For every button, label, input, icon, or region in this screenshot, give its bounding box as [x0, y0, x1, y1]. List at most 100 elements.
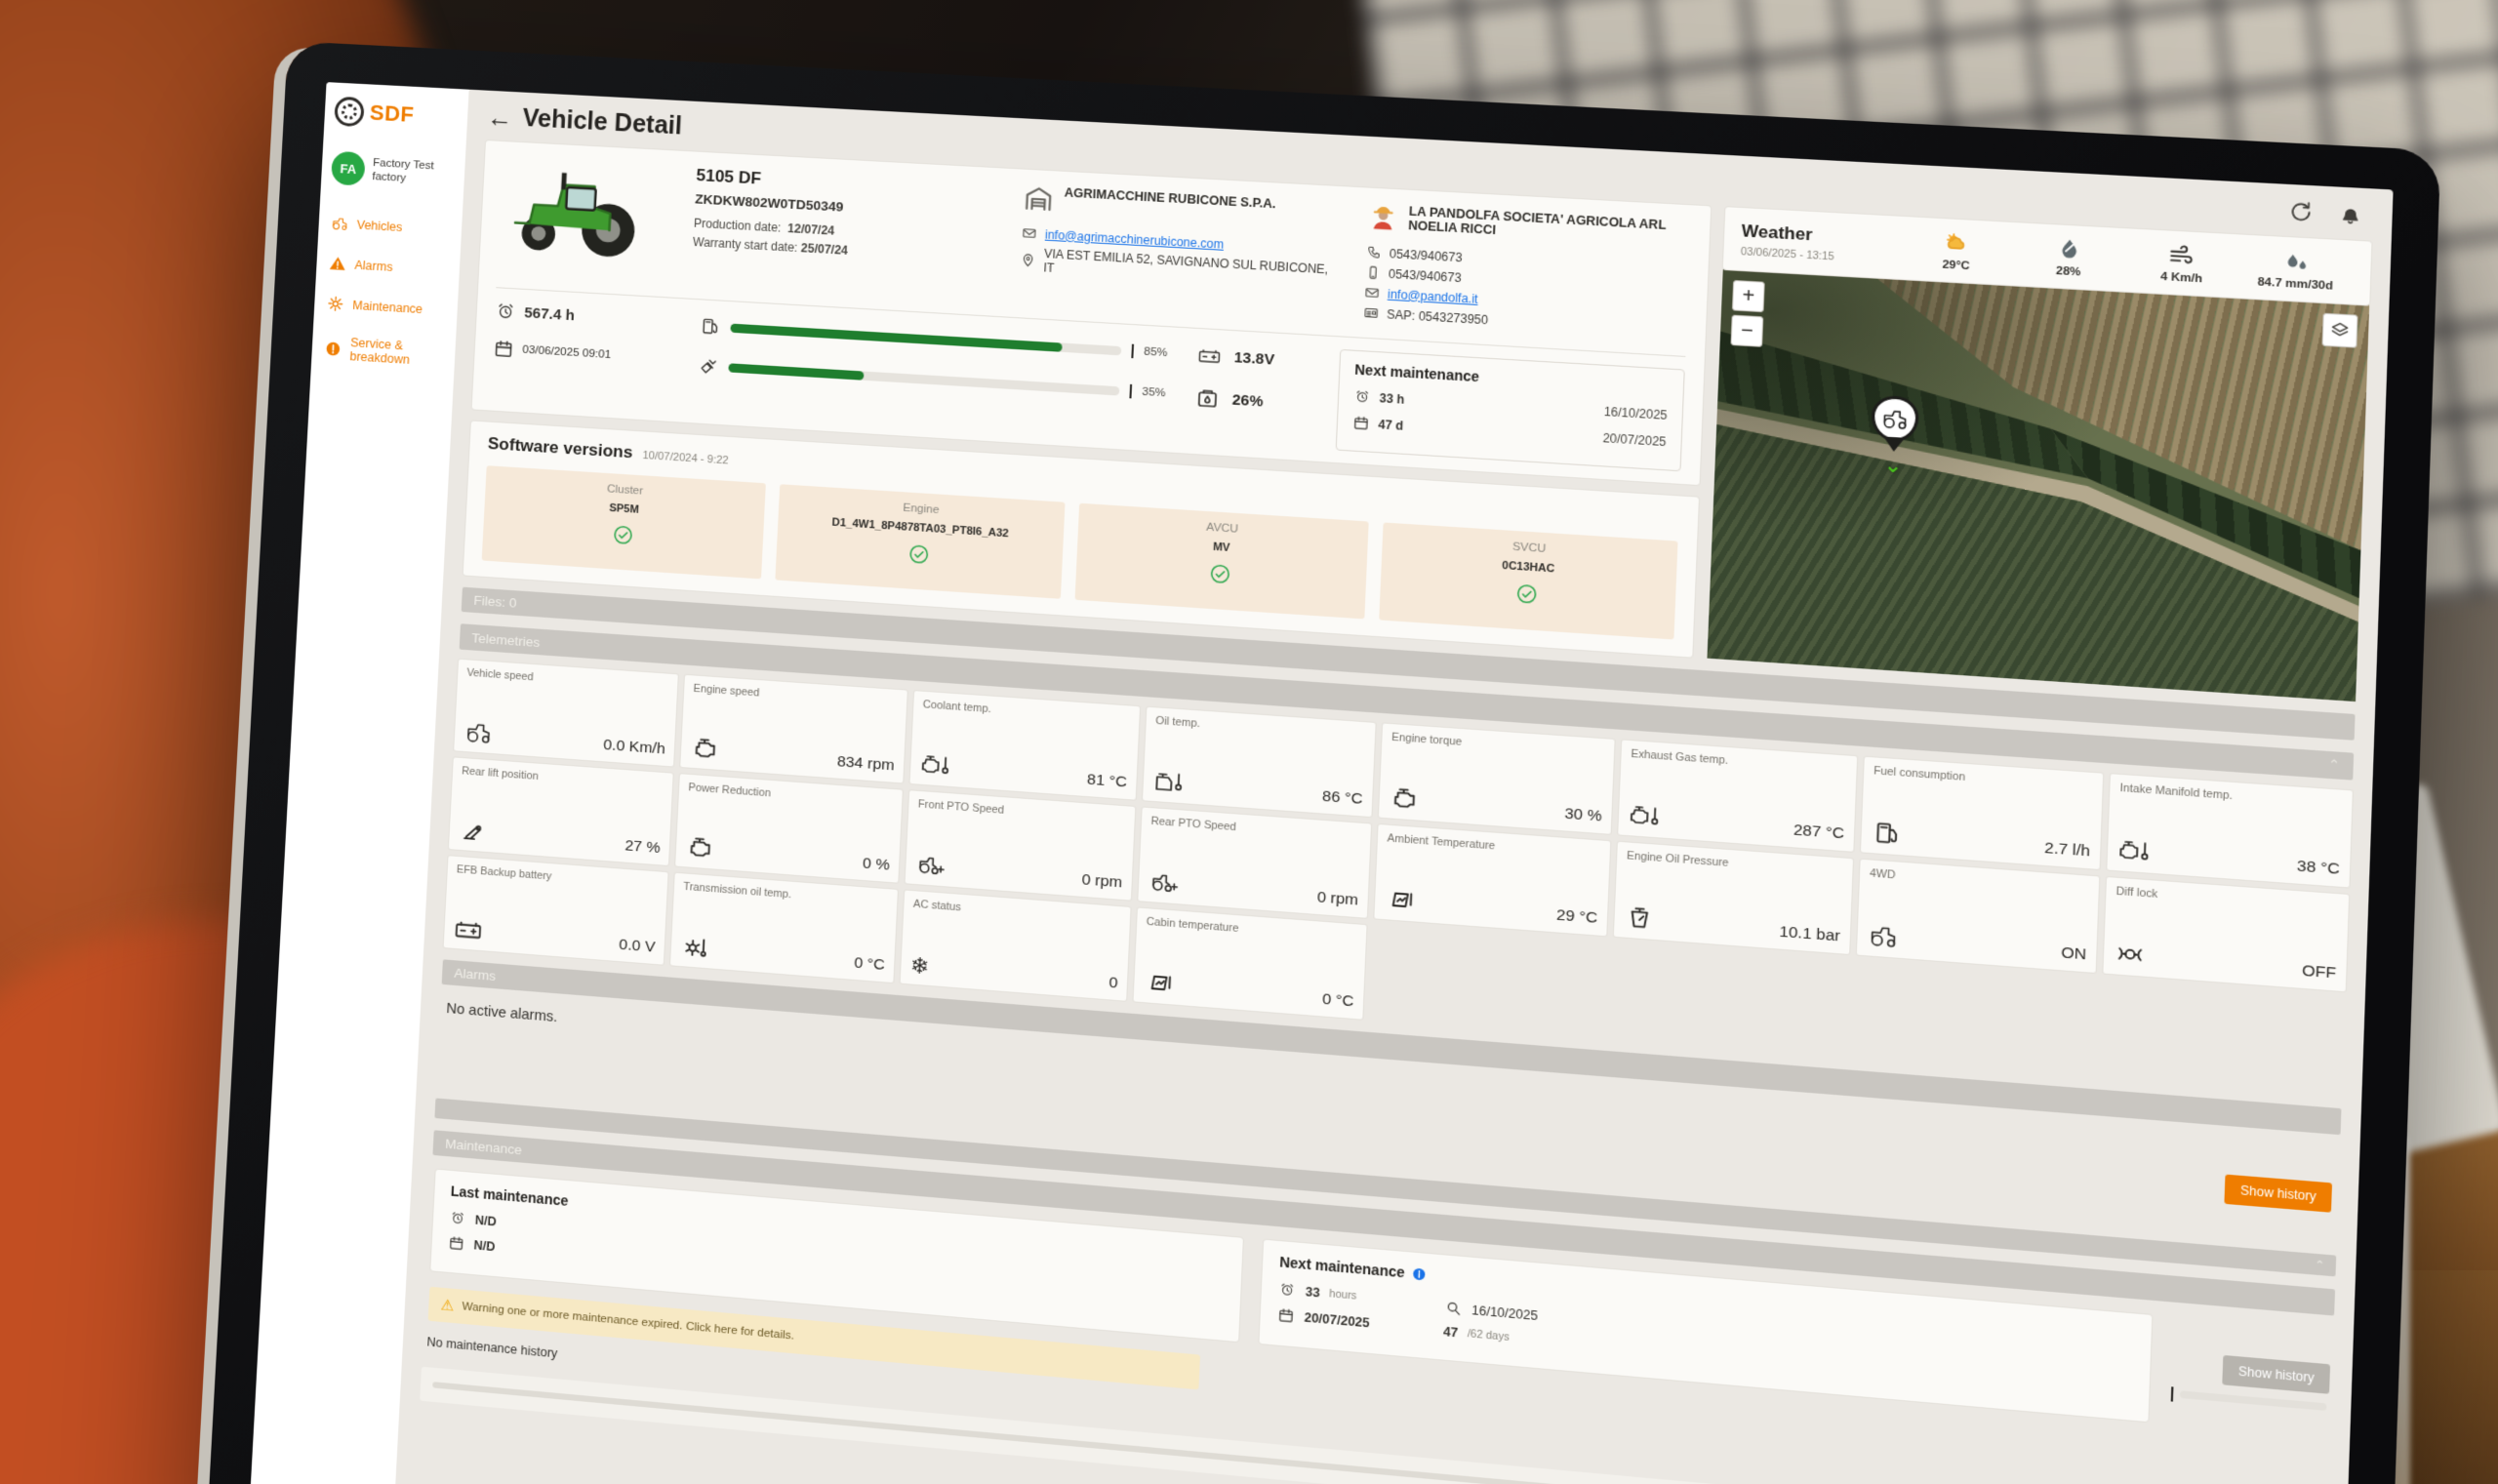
tractor-image: [497, 155, 671, 285]
fuel-fill: [730, 323, 1062, 351]
sidebar-item-label: Vehicles: [356, 218, 402, 234]
telemetry-label: Intake Manifold temp.: [2119, 782, 2342, 811]
weather-temp-value: 29°C: [1942, 259, 1970, 272]
check-circle-icon: [1208, 562, 1231, 585]
telemetry-value: ON: [2061, 943, 2087, 964]
satellite-map[interactable]: + − ⌄: [1707, 269, 2369, 702]
sidebar-item-maintenance[interactable]: Maintenance: [326, 294, 448, 319]
weather-map-panel: Weather 03/06/2025 - 13:15 29°C 28%: [1707, 207, 2371, 702]
telemetry-value: OFF: [2302, 962, 2337, 983]
telemetry-card-engine-speed: Engine speed 834 rpm: [680, 675, 907, 783]
weather-title: Weather: [1741, 221, 1901, 250]
calendar-icon: [1276, 1305, 1295, 1325]
nm-days-date: 20/07/2025: [1602, 430, 1666, 449]
sidebar-item-alarms[interactable]: Alarms: [328, 254, 450, 279]
telemetry-value: 0: [1108, 974, 1118, 992]
battery-icon: [1196, 342, 1222, 368]
next-maintenance-hours: 33: [1305, 1284, 1320, 1300]
info-icon[interactable]: [1411, 1265, 1428, 1282]
map-zoom-out-button[interactable]: −: [1730, 315, 1763, 347]
service-info-icon: [323, 339, 342, 358]
fuel-percent: 85%: [1144, 345, 1179, 359]
telemetry-value: 287 °C: [1793, 822, 1845, 844]
sidebar-item-vehicles[interactable]: Vehicles: [330, 214, 452, 239]
telemetry-label: Front PTO Speed: [918, 798, 1126, 826]
four-wd-icon: [1867, 921, 1900, 950]
owner-email-link[interactable]: info@pandolfa.it: [1388, 287, 1478, 306]
telemetry-label: Engine torque: [1391, 731, 1605, 759]
engine-icon: [690, 735, 721, 763]
weather-rain-value: 84.7 mm/30d: [2257, 276, 2333, 293]
header-actions: [2286, 199, 2363, 228]
telemetry-value: 0 rpm: [1316, 889, 1358, 910]
telemetry-value: 0 °C: [1322, 990, 1354, 1011]
telemetry-card-diff-lock: Diff lock OFF: [2103, 877, 2349, 991]
telemetry-card-ambient-temp: Ambient Temperature 29 °C: [1374, 824, 1610, 936]
bell-icon[interactable]: [2337, 201, 2364, 227]
sidebar-item-service[interactable]: Service & breakdown: [323, 334, 446, 369]
refresh-icon[interactable]: [2286, 199, 2314, 225]
vehicle-map-marker[interactable]: ⌄: [1869, 394, 1920, 473]
telemetry-value: 2.7 l/h: [2044, 839, 2091, 862]
dealer-name: AGRIMACCHINE RUBICONE S.P.A.: [1064, 185, 1275, 211]
telemetry-label: Exhaust Gas temp.: [1631, 748, 1847, 777]
owner-name: LA PANDOLFA SOCIETA' AGRICOLA ARL NOELIA…: [1408, 204, 1691, 248]
engine-hours: 567.4 h: [524, 304, 575, 324]
maintenance-section-label: Maintenance: [445, 1136, 522, 1157]
telemetry-label: Engine Oil Pressure: [1627, 850, 1843, 879]
rain-icon: [2281, 247, 2311, 275]
cabin-temp-icon: [1143, 969, 1175, 998]
tractor-pin-icon: [1879, 407, 1911, 431]
back-arrow-icon[interactable]: ←: [487, 103, 514, 131]
telemetry-value: 81 °C: [1087, 771, 1128, 792]
owner-block: LA PANDOLFA SOCIETA' AGRICOLA ARL NOELIA…: [1362, 202, 1691, 343]
fuel-caret: [1131, 344, 1134, 359]
files-section-label: Files: 0: [473, 593, 517, 611]
owner-sap: SAP: 0543273950: [1387, 306, 1489, 326]
telemetry-card-vehicle-speed: Vehicle speed 0.0 Km/h: [454, 660, 678, 767]
alarms-show-history-button[interactable]: Show history: [2225, 1175, 2332, 1213]
last-maintenance-date: N/D: [473, 1237, 496, 1253]
software-item-svcu: SVCU 0C13HAC: [1379, 522, 1678, 639]
adblue-nozzle-icon: [698, 355, 718, 377]
engine-hours-icon: [1353, 387, 1372, 406]
telemetry-label: Vehicle speed: [466, 666, 668, 694]
sap-card-icon: [1362, 305, 1379, 321]
telemetry-card-4wd: 4WD ON: [1857, 860, 2099, 973]
layers-icon: [2328, 319, 2351, 341]
warning-triangle-icon: [328, 254, 347, 273]
adblue-tank-icon: [1194, 385, 1220, 411]
map-layers-button[interactable]: [2321, 313, 2357, 348]
user-profile[interactable]: FA Factory Test factory: [331, 151, 456, 191]
sidebar-item-label: Maintenance: [352, 298, 423, 315]
progress-caret: [2171, 1386, 2174, 1401]
weather-wind-value: 4 Km/h: [2160, 270, 2202, 285]
telemetry-label: Power Reduction: [688, 782, 893, 810]
telemetry-label: 4WD: [1870, 867, 2089, 897]
avatar[interactable]: FA: [331, 151, 366, 186]
map-zoom-in-button[interactable]: +: [1732, 280, 1765, 312]
oil-thermometer-icon: [1152, 768, 1185, 796]
next-maintenance-days: 47: [1443, 1324, 1459, 1340]
calendar-icon: [1351, 414, 1370, 432]
sun-cloud-icon: [1943, 229, 1972, 258]
email-icon: [1022, 225, 1037, 241]
diff-lock-icon: [2114, 940, 2148, 969]
calendar-icon: [448, 1234, 465, 1253]
production-date: 12/07/24: [787, 221, 835, 238]
telemetry-card-front-pto: Front PTO Speed 0 rpm: [906, 790, 1136, 900]
telemetry-label: Engine speed: [693, 683, 898, 710]
engine-power-icon: [685, 833, 716, 862]
def-level: 26%: [1231, 391, 1263, 410]
telemetry-value: 10.1 bar: [1779, 923, 1840, 946]
oil-pressure-icon: [1624, 903, 1657, 933]
telemetry-label: Diff lock: [2115, 885, 2338, 915]
weather-rain: 84.7 mm/30d: [2238, 245, 2355, 294]
address-pin-icon: [1020, 252, 1035, 267]
gear-icon: [326, 294, 345, 313]
chevron-up-icon[interactable]: ⌃: [2328, 756, 2341, 774]
email-icon: [1363, 285, 1380, 301]
rear-lift-icon: [458, 817, 489, 845]
farmer-icon: [1366, 202, 1398, 234]
chevron-up-icon[interactable]: ⌃: [2315, 1258, 2336, 1273]
